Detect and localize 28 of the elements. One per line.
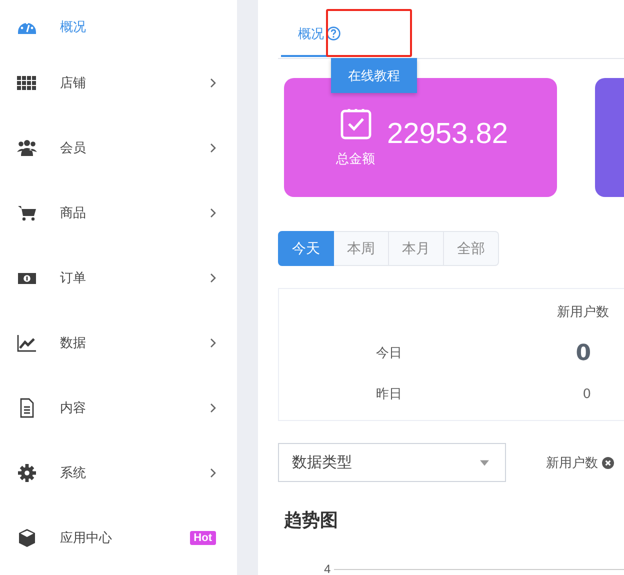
help-icon[interactable]: [326, 26, 341, 41]
chart-title: 趋势图: [284, 509, 339, 532]
cube-icon: [17, 528, 37, 548]
sidebar-item[interactable]: 商品: [0, 180, 237, 245]
data-type-select[interactable]: 数据类型: [278, 443, 506, 482]
card-value: 22953.82: [387, 118, 508, 151]
sidebar-item[interactable]: 内容: [0, 375, 237, 440]
sidebar-item[interactable]: 会员: [0, 115, 237, 180]
users-icon: [17, 138, 37, 158]
line-chart-icon: [17, 332, 37, 352]
settings-icon: [17, 462, 37, 482]
sidebar-item[interactable]: 系统: [0, 440, 237, 505]
checklist-icon: [340, 108, 372, 140]
stat-value: 0: [582, 386, 592, 402]
column-header: 新用户数: [556, 304, 609, 321]
card-label: 总金额: [336, 150, 375, 168]
sidebar-item[interactable]: 订单: [0, 245, 237, 310]
row-label: 昨日: [375, 386, 403, 403]
stat-value: 0: [574, 340, 592, 366]
sidebar-item[interactable]: 数据: [0, 310, 237, 375]
row-label: 今日: [375, 345, 403, 362]
hot-badge: Hot: [190, 530, 216, 544]
sidebar-item[interactable]: 应用中心 Hot: [0, 505, 237, 570]
tag-label: 新用户数: [546, 454, 598, 472]
sidebar-item[interactable]: 店铺: [0, 50, 237, 115]
dropdown-icon: [480, 460, 489, 466]
y-axis-label: 4: [324, 562, 331, 575]
close-icon[interactable]: [602, 456, 614, 468]
